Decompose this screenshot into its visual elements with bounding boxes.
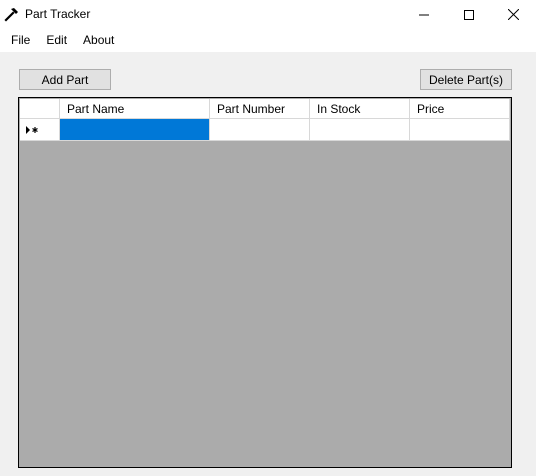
grid-header: Part Name Part Number In Stock Price: [20, 99, 510, 119]
menu-edit[interactable]: Edit: [38, 29, 75, 52]
top-left-header-cell[interactable]: [20, 99, 60, 119]
maximize-icon: [463, 9, 474, 20]
column-header-part-name[interactable]: Part Name: [60, 99, 210, 119]
menu-file[interactable]: File: [0, 29, 38, 52]
parts-grid[interactable]: Part Name Part Number In Stock Price: [18, 97, 512, 468]
cell-price[interactable]: [410, 119, 510, 141]
hammer-icon: [4, 6, 20, 22]
column-header-price[interactable]: Price: [410, 99, 510, 119]
cell-part-number[interactable]: [210, 119, 310, 141]
title-bar[interactable]: Part Tracker: [0, 0, 536, 29]
table-row[interactable]: [20, 119, 510, 141]
menu-bar: File Edit About: [0, 29, 536, 52]
main-window: Part Tracker File Edit About Add Part De…: [0, 0, 536, 476]
maximize-button[interactable]: [446, 0, 491, 29]
minimize-button[interactable]: [401, 0, 446, 29]
cell-in-stock[interactable]: [310, 119, 410, 141]
close-icon: [508, 9, 519, 20]
close-button[interactable]: [491, 0, 536, 29]
row-header[interactable]: [20, 119, 60, 141]
current-new-row-icon: [26, 126, 38, 134]
add-part-button[interactable]: Add Part: [19, 69, 111, 90]
column-header-in-stock[interactable]: In Stock: [310, 99, 410, 119]
menu-about[interactable]: About: [75, 29, 122, 52]
delete-parts-button[interactable]: Delete Part(s): [420, 69, 512, 90]
cell-part-name[interactable]: [60, 119, 210, 141]
minimize-icon: [418, 14, 429, 15]
column-header-part-number[interactable]: Part Number: [210, 99, 310, 119]
window-title: Part Tracker: [25, 7, 91, 21]
